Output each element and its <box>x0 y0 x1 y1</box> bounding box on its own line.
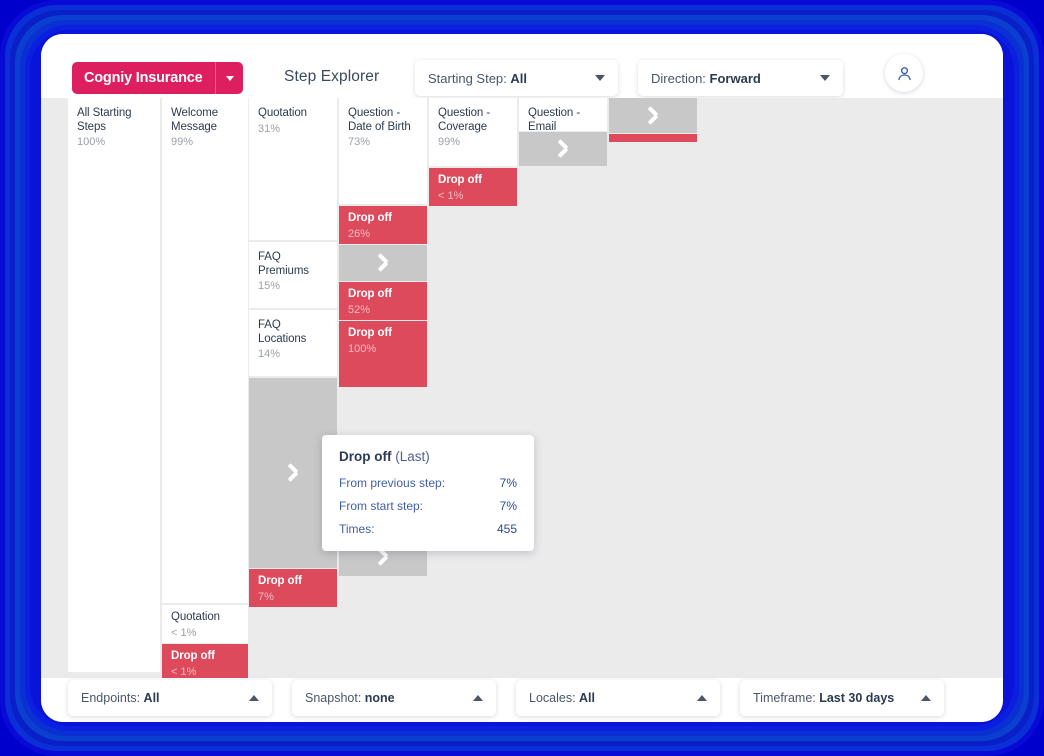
node-all-starting-steps[interactable]: All Starting Steps 100% <box>68 98 160 672</box>
node-percent: 14% <box>258 348 281 360</box>
node-label: FAQ Locations <box>258 319 307 345</box>
snapshot-filter-label: Snapshot: none <box>305 691 395 705</box>
app-footer: Endpoints: All Snapshot: none Locales: A… <box>41 678 1003 722</box>
node-label: Quotation <box>171 611 220 623</box>
direction-label: Direction: Forward <box>651 70 761 86</box>
node-question-email[interactable]: Question - Email <box>519 98 607 131</box>
tooltip-row-value: 7% <box>499 476 517 490</box>
tooltip-row-key: Times: <box>339 522 375 536</box>
snapshot-filter-select[interactable]: Snapshot: none <box>292 680 496 716</box>
tooltip-title-text: Drop off <box>339 449 392 464</box>
node-label: Welcome Message <box>171 107 219 133</box>
node-percent: 100% <box>348 342 377 355</box>
node-percent: 73% <box>348 136 371 148</box>
chevron-up-icon <box>473 695 483 701</box>
starting-step-select[interactable]: Starting Step: All <box>415 60 618 96</box>
app-frame: Cogniy Insurance Step Explorer Starting … <box>0 0 1044 756</box>
node-percent: < 1% <box>438 189 464 202</box>
node-label: Quotation <box>258 107 307 119</box>
starting-step-label: Starting Step: All <box>428 70 528 86</box>
locales-filter-select[interactable]: Locales: All <box>516 680 720 716</box>
node-label: Drop off <box>348 212 392 224</box>
node-dropoff-bar-last[interactable] <box>609 134 697 142</box>
node-label: Drop off <box>171 650 215 662</box>
node-quotation[interactable]: Quotation 31% <box>249 98 337 240</box>
chevron-right-icon <box>377 252 390 274</box>
node-welcome-message[interactable]: Welcome Message 99% <box>162 98 248 603</box>
node-percent: 31% <box>258 122 281 135</box>
node-label: Question - Email <box>528 107 581 131</box>
node-label: Question - Coverage <box>438 107 491 133</box>
node-question-dob[interactable]: Question - Date of Birth 73% <box>339 98 427 204</box>
tooltip-row-key: From previous step: <box>339 476 446 490</box>
node-label: FAQ Premiums <box>258 251 309 277</box>
timeframe-filter-label: Timeframe: Last 30 days <box>753 691 895 705</box>
chevron-down-icon <box>225 75 234 81</box>
user-avatar-button[interactable] <box>885 54 923 92</box>
node-quotation-small[interactable]: Quotation < 1% <box>162 605 248 643</box>
tooltip-subtitle-text: (Last) <box>395 449 430 464</box>
tooltip-row-key: From start step: <box>339 499 424 513</box>
node-dropoff-welcome[interactable]: Drop off < 1% <box>162 644 248 678</box>
node-label: Drop off <box>438 174 482 186</box>
node-percent: < 1% <box>171 665 197 678</box>
chevron-down-icon <box>820 75 830 81</box>
tooltip-row: From start step: 7% <box>339 499 517 513</box>
node-percent: < 1% <box>171 626 197 639</box>
app-window: Cogniy Insurance Step Explorer Starting … <box>41 34 1003 722</box>
step-explorer-canvas: All Starting Steps 100% Welcome Message … <box>41 98 1003 678</box>
node-more-premiums[interactable] <box>339 245 427 281</box>
tooltip-row: From previous step: 7% <box>339 476 517 490</box>
node-label: Drop off <box>348 288 392 300</box>
node-faq-locations[interactable]: FAQ Locations 14% <box>249 310 337 376</box>
chevron-up-icon <box>921 695 931 701</box>
chevron-up-icon <box>249 695 259 701</box>
chevron-right-icon <box>647 105 660 127</box>
chevron-right-icon <box>557 138 570 160</box>
node-dropoff-dob[interactable]: Drop off 26% <box>339 206 427 244</box>
node-dropoff-locations[interactable]: Drop off 100% <box>339 321 427 387</box>
page-title: Step Explorer <box>284 68 380 85</box>
brand-project-label: Cogniy Insurance <box>84 70 203 86</box>
node-label: Drop off <box>348 327 392 339</box>
locales-filter-label: Locales: All <box>529 691 596 705</box>
tooltip-title: Drop off (Last) <box>339 449 517 464</box>
brand-dropdown-toggle[interactable] <box>215 62 243 94</box>
node-percent: 100% <box>77 136 106 148</box>
dropoff-tooltip: Drop off (Last) From previous step: 7% F… <box>322 435 534 551</box>
node-question-coverage[interactable]: Question - Coverage 99% <box>429 98 517 166</box>
chevron-down-icon <box>595 75 605 81</box>
tooltip-row: Times: 455 <box>339 522 517 536</box>
node-label: Question - Date of Birth <box>348 107 411 133</box>
chevron-up-icon <box>697 695 707 701</box>
node-dropoff-coverage[interactable]: Drop off < 1% <box>429 168 517 206</box>
node-dropoff-premiums[interactable]: Drop off 52% <box>339 282 427 320</box>
timeframe-filter-select[interactable]: Timeframe: Last 30 days <box>740 680 944 716</box>
direction-select[interactable]: Direction: Forward <box>638 60 843 96</box>
app-header: Cogniy Insurance Step Explorer Starting … <box>41 34 1003 98</box>
tooltip-row-value: 7% <box>499 499 517 513</box>
node-percent: 99% <box>438 136 461 148</box>
node-percent: 26% <box>348 227 371 240</box>
tooltip-row-value: 455 <box>496 522 517 536</box>
node-percent: 15% <box>258 280 281 292</box>
node-label: Drop off <box>258 575 302 587</box>
node-percent: 52% <box>348 303 371 316</box>
endpoints-filter-select[interactable]: Endpoints: All <box>68 680 272 716</box>
node-dropoff-quotation[interactable]: Drop off 7% <box>249 569 337 607</box>
node-more-last[interactable] <box>609 98 697 133</box>
node-percent: 99% <box>171 136 194 148</box>
endpoints-filter-label: Endpoints: All <box>81 691 160 705</box>
node-faq-premiums[interactable]: FAQ Premiums 15% <box>249 242 337 308</box>
chevron-right-icon <box>287 462 300 484</box>
node-label: All Starting Steps <box>77 107 132 133</box>
user-icon <box>897 66 911 80</box>
brand-project-button[interactable]: Cogniy Insurance <box>72 62 244 94</box>
node-more-email[interactable] <box>519 132 607 166</box>
node-percent: 7% <box>258 590 274 603</box>
